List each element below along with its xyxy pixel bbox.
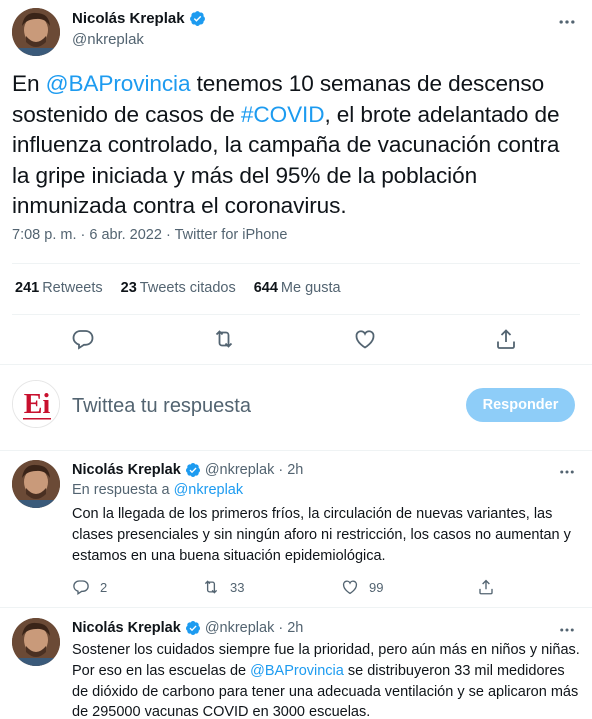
verified-badge-icon [189, 11, 205, 26]
reply-count: 2 [100, 579, 108, 595]
reply-author-handle[interactable]: @nkreplak [205, 462, 275, 478]
handle-time-separator: · [274, 462, 288, 478]
divider [12, 263, 580, 264]
reply-tweet[interactable]: Nicolás Kreplak @nkreplak · 2h En respues… [0, 460, 592, 605]
tweet-text-part: En [12, 71, 46, 96]
mention-link[interactable]: @BAProvincia [250, 663, 344, 679]
like-icon[interactable] [353, 327, 377, 351]
retweets-label: Retweets [42, 280, 103, 296]
reply-text: Con la llegada de los primeros fríos, la… [72, 506, 571, 564]
reply-header: Nicolás Kreplak @nkreplak · 2h [72, 620, 303, 636]
meta-separator: · [161, 227, 175, 243]
more-options-icon[interactable] [557, 12, 577, 32]
retweet-count: 33 [230, 579, 245, 595]
reply-reply-button[interactable]: 2 [72, 578, 107, 596]
more-options-icon[interactable] [557, 462, 577, 482]
divider [12, 314, 580, 315]
quotes-stat[interactable]: 23 Tweets citados [121, 280, 236, 296]
reply-time[interactable]: 2h [287, 462, 303, 478]
hashtag-link[interactable]: #COVID [241, 102, 325, 127]
verified-badge-icon [185, 463, 200, 477]
reply-author-name[interactable]: Nicolás Kreplak [72, 462, 201, 478]
tweet-time[interactable]: 7:08 p. m. [12, 227, 76, 243]
likes-count: 644 [253, 280, 278, 296]
reply-icon [73, 580, 89, 595]
in-reply-to: En respuesta a @nkreplak [72, 482, 243, 498]
reply-author-avatar[interactable] [12, 618, 60, 666]
handle-time-separator: · [274, 620, 288, 636]
likes-label: Me gusta [280, 280, 341, 296]
tweet-source[interactable]: Twitter for iPhone [175, 227, 288, 243]
retweet-icon[interactable] [212, 327, 236, 351]
reply-submit-button[interactable]: Responder [466, 388, 575, 422]
like-count: 99 [369, 579, 384, 595]
mention-link[interactable]: @BAProvincia [46, 71, 191, 96]
author-avatar[interactable] [12, 8, 60, 56]
retweets-count: 241 [15, 280, 40, 296]
reply-author-handle[interactable]: @nkreplak [205, 620, 275, 636]
compose-reply: Ei Twittea tu respuesta Responder [0, 378, 592, 438]
tweet-actions-bar [0, 322, 592, 356]
like-icon [342, 580, 358, 595]
divider [0, 450, 592, 451]
reply-author-avatar[interactable] [12, 460, 60, 508]
reply-tweet[interactable]: Nicolás Kreplak @nkreplak · 2h Sostener l… [0, 618, 592, 719]
author-name-text: Nicolás Kreplak [72, 10, 185, 27]
reply-retweet-button[interactable]: 33 [202, 578, 244, 596]
reply-header: Nicolás Kreplak @nkreplak · 2h [72, 462, 303, 478]
author-name[interactable]: Nicolás Kreplak [72, 10, 206, 27]
reply-author-name[interactable]: Nicolás Kreplak [72, 620, 201, 636]
quotes-label: Tweets citados [139, 280, 236, 296]
tweet-meta: 7:08 p. m. · 6 abr. 2022 · Twitter for i… [12, 227, 287, 243]
in-reply-handle-link[interactable]: @nkreplak [174, 482, 244, 498]
reply-share-button[interactable] [477, 578, 495, 596]
share-icon [479, 579, 493, 595]
share-icon[interactable] [494, 327, 518, 351]
reply-author-name-text: Nicolás Kreplak [72, 462, 181, 478]
reply-icon[interactable] [71, 327, 95, 351]
divider [0, 607, 592, 608]
reply-text: Sostener los cuidados siempre fue la pri… [72, 640, 580, 719]
author-handle[interactable]: @nkreplak [72, 31, 206, 48]
retweets-stat[interactable]: 241 Retweets [15, 280, 103, 296]
reply-input[interactable]: Twittea tu respuesta [72, 395, 251, 418]
tweet-date[interactable]: 6 abr. 2022 [89, 227, 162, 243]
logo-text: Ei [24, 389, 51, 420]
user-avatar-logo[interactable]: Ei [12, 380, 60, 428]
tweet-stats: 241 Retweets 23 Tweets citados 644 Me gusta [15, 280, 341, 296]
in-reply-prefix: En respuesta a [72, 482, 174, 498]
reply-like-button[interactable]: 99 [341, 578, 383, 596]
likes-stat[interactable]: 644 Me gusta [254, 280, 341, 296]
main-tweet-text: En @BAProvincia tenemos 10 semanas de de… [12, 69, 582, 222]
main-tweet-header: Nicolás Kreplak @nkreplak [12, 8, 580, 56]
divider [0, 364, 592, 365]
more-options-icon[interactable] [557, 620, 577, 640]
reply-author-name-text: Nicolás Kreplak [72, 620, 181, 636]
reply-time[interactable]: 2h [287, 620, 303, 636]
meta-separator: · [76, 227, 90, 243]
verified-badge-icon [185, 621, 200, 635]
quotes-count: 23 [120, 280, 137, 296]
retweet-icon [204, 580, 218, 594]
reply-actions-bar: 2 33 99 [72, 578, 512, 598]
